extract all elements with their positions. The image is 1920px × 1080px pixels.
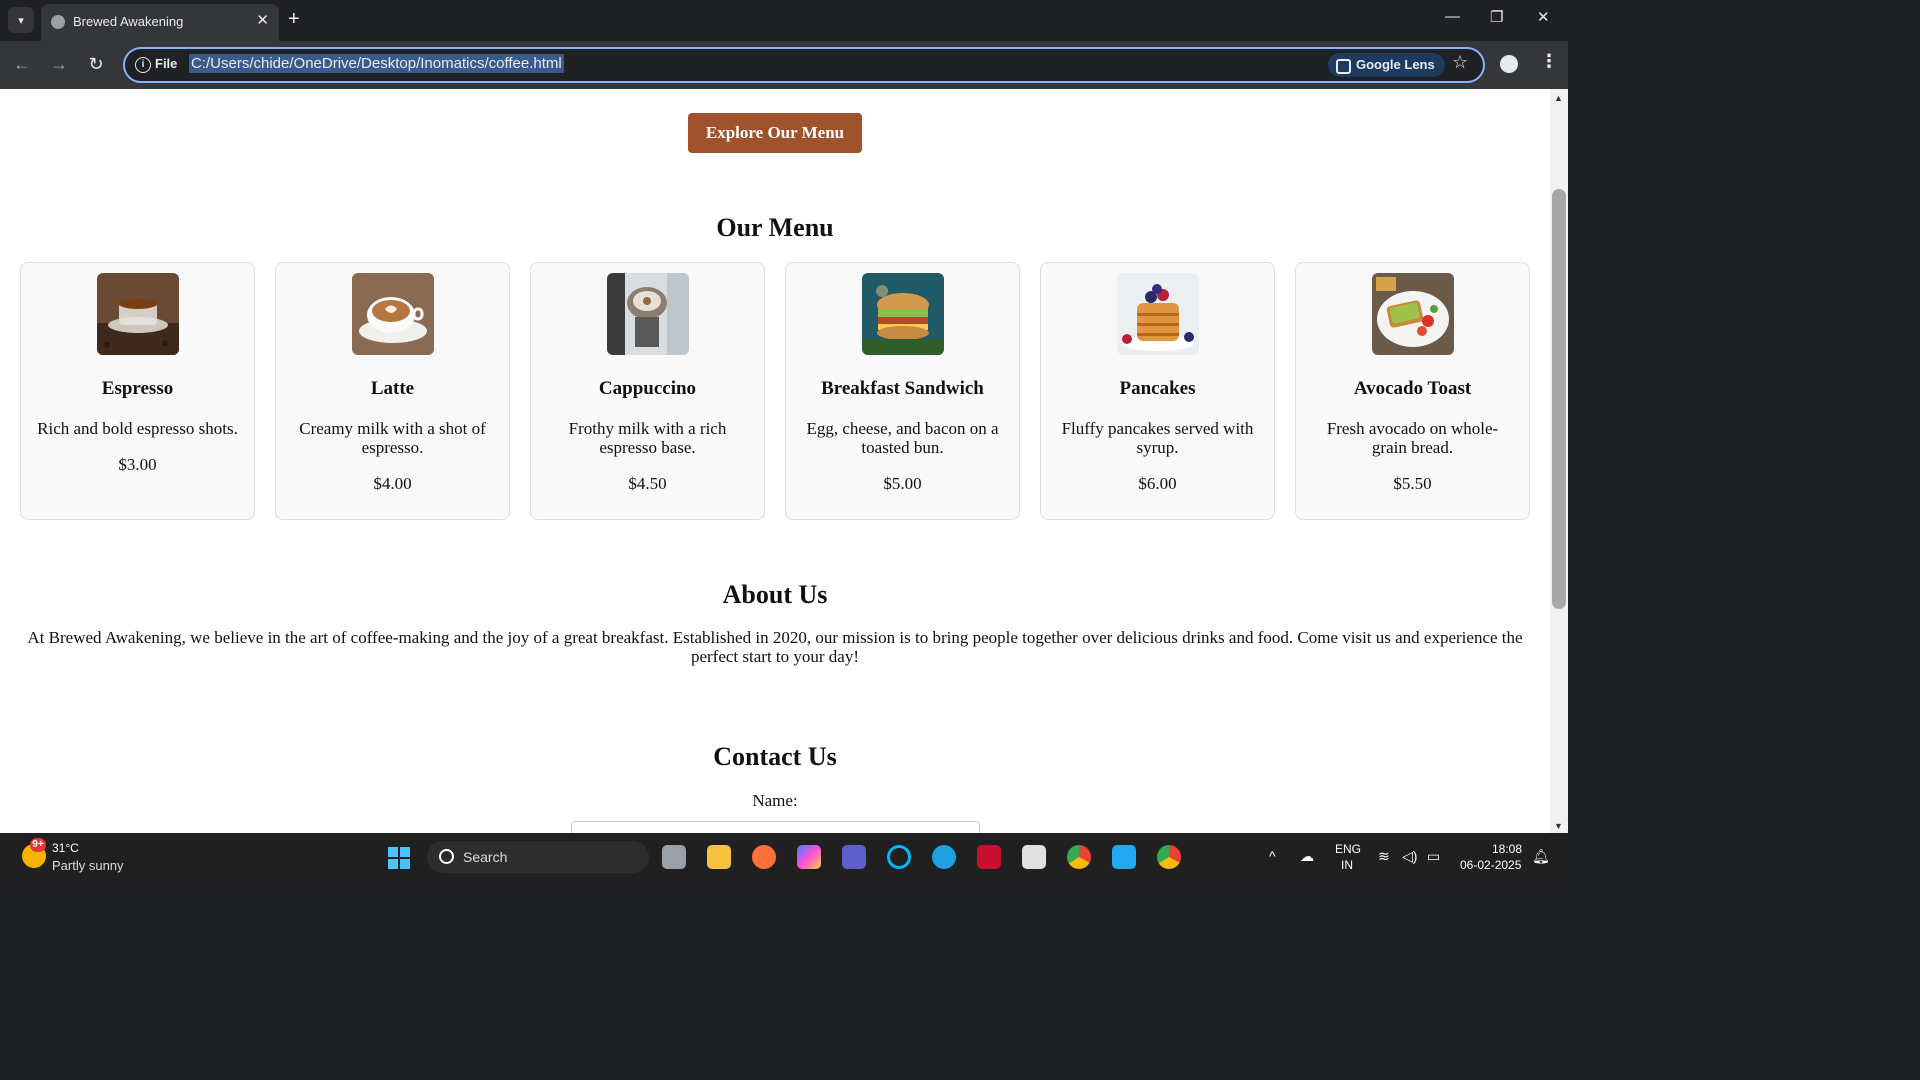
browser-toolbar: ← → ↻ i File C:/Users/chide/OneDrive/Des… [0, 41, 1568, 89]
minimize-icon[interactable]: — [1445, 8, 1460, 25]
card-price: $4.50 [628, 474, 667, 493]
explore-menu-button[interactable]: Explore Our Menu [688, 113, 862, 153]
menu-card-breakfast-sandwich: Breakfast Sandwich Egg, cheese, and baco… [785, 262, 1020, 520]
restore-icon[interactable]: ❐ [1490, 8, 1503, 26]
battery-icon[interactable]: ▭ [1427, 848, 1440, 865]
menu-card-pancakes: Pancakes Fluffy pancakes served with syr… [1040, 262, 1275, 520]
onedrive-icon[interactable]: ☁ [1300, 848, 1314, 865]
copilot-icon[interactable] [797, 845, 821, 869]
card-title: Pancakes [1119, 378, 1196, 399]
profile-icon[interactable] [1500, 55, 1518, 73]
card-title: Latte [370, 378, 415, 399]
bookmark-star-icon[interactable]: ☆ [1452, 52, 1468, 73]
teams-icon[interactable] [842, 845, 866, 869]
google-lens-button[interactable]: Google Lens [1328, 53, 1445, 77]
menu-card-espresso: Espresso Rich and bold espresso shots. $… [20, 262, 255, 520]
notification-bell-icon[interactable]: 🔔︎ [1532, 848, 1550, 865]
chrome-icon[interactable] [1067, 845, 1091, 869]
reload-icon[interactable]: ↻ [84, 52, 108, 76]
cappuccino-image [607, 273, 689, 355]
chrome-active-icon[interactable] [1157, 845, 1181, 869]
card-title: Breakfast Sandwich [821, 378, 984, 399]
card-description: Egg, cheese, and bacon on a toasted bun. [806, 419, 999, 457]
card-description: Fluffy pancakes served with syrup. [1061, 419, 1254, 457]
firefox-icon[interactable] [752, 845, 776, 869]
pancakes-image [1117, 273, 1199, 355]
tab-search-button[interactable]: ▾ [8, 7, 34, 33]
card-description: Rich and bold espresso shots. [37, 419, 238, 438]
weather-temp: 31°C [52, 841, 79, 855]
region-label[interactable]: IN [1341, 858, 1353, 872]
chevron-up-icon[interactable]: ^ [1269, 848, 1276, 864]
card-title: Avocado Toast [1353, 378, 1472, 399]
clock-time[interactable]: 18:08 [1492, 842, 1522, 856]
latte-image [352, 273, 434, 355]
url-text[interactable]: C:/Users/chide/OneDrive/Desktop/Inomatic… [189, 54, 564, 73]
menu-dots-icon[interactable]: ⋮ [1540, 51, 1558, 72]
tab-strip: ▾ Brewed Awakening ✕ + — ❐ ✕ [0, 0, 1568, 41]
menu-card-latte: Latte Creamy milk with a shot of espress… [275, 262, 510, 520]
address-bar[interactable]: i File C:/Users/chide/OneDrive/Desktop/I… [123, 47, 1485, 83]
windows-start-icon[interactable] [388, 847, 410, 869]
menu-card-avocado-toast: Avocado Toast Fresh avocado on whole-gra… [1295, 262, 1530, 520]
store-icon[interactable] [1022, 845, 1046, 869]
vscode-icon[interactable] [1112, 845, 1136, 869]
about-text: At Brewed Awakening, we believe in the a… [27, 628, 1523, 666]
card-price: $3.00 [118, 455, 157, 474]
scroll-down-icon[interactable]: ▼ [1554, 821, 1563, 831]
card-price: $5.50 [1393, 474, 1432, 493]
espresso-image [97, 273, 179, 355]
globe-icon [51, 15, 65, 29]
clock-date[interactable]: 06-02-2025 [1460, 858, 1521, 872]
back-icon[interactable]: ← [10, 52, 34, 76]
tab-title: Brewed Awakening [73, 14, 184, 29]
weather-badge: 9+ [30, 838, 46, 852]
forward-icon[interactable]: → [47, 52, 71, 76]
mcafee-icon[interactable] [977, 845, 1001, 869]
language-label[interactable]: ENG [1335, 842, 1361, 856]
lens-icon [1336, 59, 1351, 74]
search-icon [439, 849, 454, 864]
file-chip: File [155, 56, 178, 71]
card-title: Cappuccino [598, 378, 697, 399]
volume-icon[interactable]: ◁) [1402, 848, 1417, 865]
task-view-icon[interactable] [662, 845, 686, 869]
name-input[interactable] [571, 821, 980, 833]
weather-desc: Partly sunny [52, 858, 124, 873]
menu-card-cappuccino: Cappuccino Frothy milk with a rich espre… [530, 262, 765, 520]
contact-section-title: Contact Us [713, 742, 837, 771]
wifi-icon[interactable]: ≋ [1378, 848, 1390, 865]
page-viewport: Explore Our Menu Our Menu Espresso Rich … [0, 89, 1550, 833]
name-label: Name: [752, 791, 798, 810]
close-window-icon[interactable]: ✕ [1537, 8, 1550, 26]
info-icon[interactable]: i [135, 57, 151, 73]
card-price: $4.00 [373, 474, 412, 493]
menu-section-title: Our Menu [716, 213, 834, 242]
file-explorer-icon[interactable] [707, 845, 731, 869]
card-description: Frothy milk with a rich espresso base. [568, 419, 727, 457]
about-section-title: About Us [722, 580, 828, 609]
taskbar: 9+ 31°C Partly sunny Search ^ ☁ ENG IN ≋… [0, 833, 1568, 882]
sandwich-image [862, 273, 944, 355]
card-price: $5.00 [883, 474, 922, 493]
cortana-icon[interactable] [887, 845, 911, 869]
scroll-up-icon[interactable]: ▲ [1554, 93, 1563, 103]
edge-icon[interactable] [932, 845, 956, 869]
new-tab-button[interactable]: + [288, 8, 300, 31]
search-label: Search [463, 849, 508, 865]
close-icon[interactable]: ✕ [256, 11, 269, 29]
card-description: Creamy milk with a shot of espresso. [299, 419, 486, 457]
page-scrollbar[interactable]: ▲ ▼ [1550, 89, 1568, 833]
lens-label: Google Lens [1356, 57, 1435, 72]
taskbar-search[interactable]: Search [427, 841, 649, 873]
scrollbar-thumb[interactable] [1552, 189, 1566, 609]
card-price: $6.00 [1138, 474, 1177, 493]
card-description: Fresh avocado on whole-grain bread. [1326, 419, 1499, 457]
browser-tab[interactable]: Brewed Awakening ✕ [41, 4, 279, 41]
card-title: Espresso [101, 378, 174, 399]
avocado-toast-image [1372, 273, 1454, 355]
